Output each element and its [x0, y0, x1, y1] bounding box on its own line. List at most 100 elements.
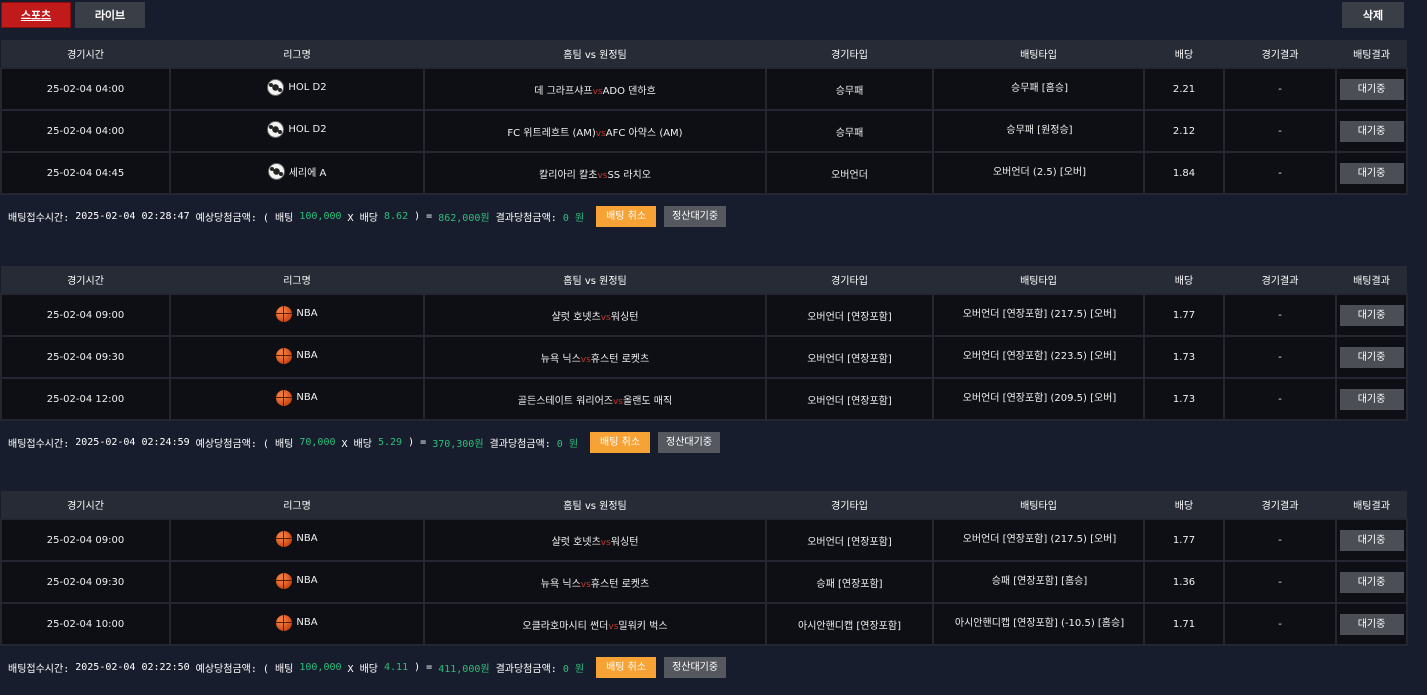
stake-amount: 100,000	[299, 661, 342, 673]
bet-summary: 배팅접수시간: 2025-02-04 02:24:59 예상당첨금액: ( 배팅…	[0, 421, 1406, 463]
teams-cell: FC 위트레흐트 (AM)vsAFC 아약스 (AM)	[423, 109, 767, 153]
column-header: 배팅타입	[933, 491, 1144, 519]
bet-pick: 오버언더 [연장포함] (223.5) [오버]	[932, 335, 1145, 379]
soccer-icon	[267, 79, 285, 96]
match-time: 25-02-04 09:00	[0, 293, 171, 337]
odds-value: 1.73	[1143, 377, 1225, 421]
column-header: 경기타입	[766, 266, 933, 294]
summary-label: X 배당	[341, 212, 385, 224]
table-row: 25-02-04 09:00 NBA 샬럿 호넷츠vs워싱턴 오버언더 [연장포함] 오…	[0, 293, 1408, 337]
teams-cell: 오클라호마시티 썬더vs밀워키 벅스	[423, 602, 767, 646]
top-bar: 스포츠 라이브 삭제	[0, 0, 1427, 34]
game-result: -	[1223, 293, 1337, 337]
stake-amount: 70,000	[299, 436, 336, 448]
result-payout: 0 원	[562, 212, 585, 224]
cancel-bet-button[interactable]: 배팅 취소	[596, 656, 657, 678]
column-header: 경기시간	[1, 266, 170, 294]
pending-button[interactable]: 대기중	[1339, 529, 1404, 551]
basketball-icon	[276, 305, 293, 322]
pending-button[interactable]: 대기중	[1339, 78, 1404, 100]
bet-pick: 승무패 [원정승]	[932, 109, 1145, 153]
vs-label: vs	[595, 128, 606, 139]
pending-button[interactable]: 대기중	[1339, 613, 1404, 635]
column-header: 홈팀 vs 원정팀	[424, 266, 766, 294]
bet-table: 경기시간 리그명 홈팀 vs 원정팀 경기타입 배팅타입 배당 경기결과 배팅결과 25-02-…	[0, 491, 1408, 646]
league-cell: HOL D2	[169, 109, 425, 153]
league-cell: NBA	[169, 602, 425, 646]
stake-amount: 100,000	[299, 210, 342, 222]
match-time: 25-02-04 04:45	[0, 151, 171, 195]
game-result: -	[1223, 602, 1337, 646]
odds-value: 2.21	[1143, 67, 1225, 111]
bet-pick: 오버언더 [연장포함] (217.5) [오버]	[932, 518, 1145, 562]
column-header: 홈팀 vs 원정팀	[424, 40, 766, 68]
game-result: -	[1223, 518, 1337, 562]
league-cell: NBA	[169, 560, 425, 604]
bet-status-cell: 대기중	[1335, 560, 1408, 604]
home-team: 샬럿 호넷츠	[551, 311, 601, 323]
bet-pick: 오버언더 [연장포함] (217.5) [오버]	[932, 293, 1145, 337]
cancel-bet-button[interactable]: 배팅 취소	[596, 205, 657, 227]
tab-sports[interactable]: 스포츠	[1, 2, 71, 28]
bet-pick: 승패 [연장포함] [홈승]	[932, 560, 1145, 604]
bet-received-time: 2025-02-04 02:22:50	[75, 661, 190, 673]
vs-label: vs	[592, 86, 603, 97]
summary-label: 결과당첨금액:	[489, 212, 563, 224]
summary-label: 배팅접수시간:	[8, 438, 76, 450]
bet-status-cell: 대기중	[1335, 377, 1408, 421]
cancel-bet-button[interactable]: 배팅 취소	[590, 431, 651, 453]
home-team: 데 그라프샤프	[534, 85, 593, 97]
pending-button[interactable]: 대기중	[1339, 571, 1404, 593]
result-payout: 0 원	[556, 438, 579, 450]
basketball-icon	[276, 389, 293, 406]
basketball-icon	[276, 614, 293, 631]
pending-button[interactable]: 대기중	[1339, 120, 1404, 142]
bet-slip: 경기시간 리그명 홈팀 vs 원정팀 경기타입 배팅타입 배당 경기결과 배팅결과 25-02-…	[0, 40, 1408, 237]
teams-cell: 뉴욕 닉스vs휴스턴 로켓츠	[423, 560, 767, 604]
pending-button[interactable]: 대기중	[1339, 304, 1404, 326]
pending-button[interactable]: 대기중	[1339, 162, 1404, 184]
teams-cell: 뉴욕 닉스vs휴스턴 로켓츠	[423, 335, 767, 379]
pending-button[interactable]: 대기중	[1339, 388, 1404, 410]
total-odds: 8.62	[384, 210, 409, 222]
teams-cell: 샬럿 호넷츠vs워싱턴	[423, 293, 767, 337]
league-name: NBA	[296, 350, 318, 361]
away-team: SS 라치오	[607, 169, 651, 181]
summary-label: 배팅접수시간:	[8, 663, 76, 675]
odds-value: 1.36	[1143, 560, 1225, 604]
game-result: -	[1223, 151, 1337, 195]
league-name: HOL D2	[288, 82, 327, 93]
summary-label: 예상당첨금액: ( 배팅	[189, 438, 300, 450]
bet-status-cell: 대기중	[1335, 151, 1408, 195]
away-team: AFC 아약스 (AM)	[605, 127, 683, 139]
tab-live[interactable]: 라이브	[75, 2, 145, 28]
bet-pick: 아시안핸디캡 [연장포함] (-10.5) [홈승]	[932, 602, 1145, 646]
table-row: 25-02-04 04:00 HOL D2 데 그라프샤프vsADO 덴하흐 승무패 승…	[0, 67, 1408, 111]
game-type: 오버언더 [연장포함]	[765, 377, 934, 421]
home-team: 뉴욕 닉스	[540, 578, 581, 590]
home-team: 칼리아리 칼초	[539, 169, 598, 181]
basketball-icon	[276, 572, 293, 589]
column-header: 경기시간	[1, 491, 170, 519]
away-team: 밀워키 벅스	[618, 620, 668, 632]
bet-status-cell: 대기중	[1335, 602, 1408, 646]
bet-received-time: 2025-02-04 02:28:47	[75, 210, 190, 222]
away-team: 휴스턴 로켓츠	[590, 353, 650, 365]
game-type: 오버언더 [연장포함]	[765, 335, 934, 379]
summary-label: X 배당	[341, 663, 385, 675]
column-header: 배팅결과	[1336, 491, 1407, 519]
pending-button[interactable]: 대기중	[1339, 346, 1404, 368]
odds-value: 1.77	[1143, 293, 1225, 337]
bet-summary: 배팅접수시간: 2025-02-04 02:22:50 예상당첨금액: ( 배팅…	[0, 646, 1406, 688]
game-result: -	[1223, 377, 1337, 421]
column-header: 경기타입	[766, 491, 933, 519]
delete-button[interactable]: 삭제	[1342, 2, 1404, 28]
home-team: 오클라호마시티 썬더	[522, 620, 609, 632]
match-time: 25-02-04 09:00	[0, 518, 171, 562]
table-row: 25-02-04 04:45 세리에 A 칼리아리 칼초vsSS 라치오 오버언더 오버…	[0, 151, 1408, 195]
bet-pick: 승무패 [홈승]	[932, 67, 1145, 111]
league-cell: NBA	[169, 518, 425, 562]
match-time: 25-02-04 09:30	[0, 335, 171, 379]
basketball-icon	[276, 530, 293, 547]
league-name: NBA	[296, 575, 318, 586]
